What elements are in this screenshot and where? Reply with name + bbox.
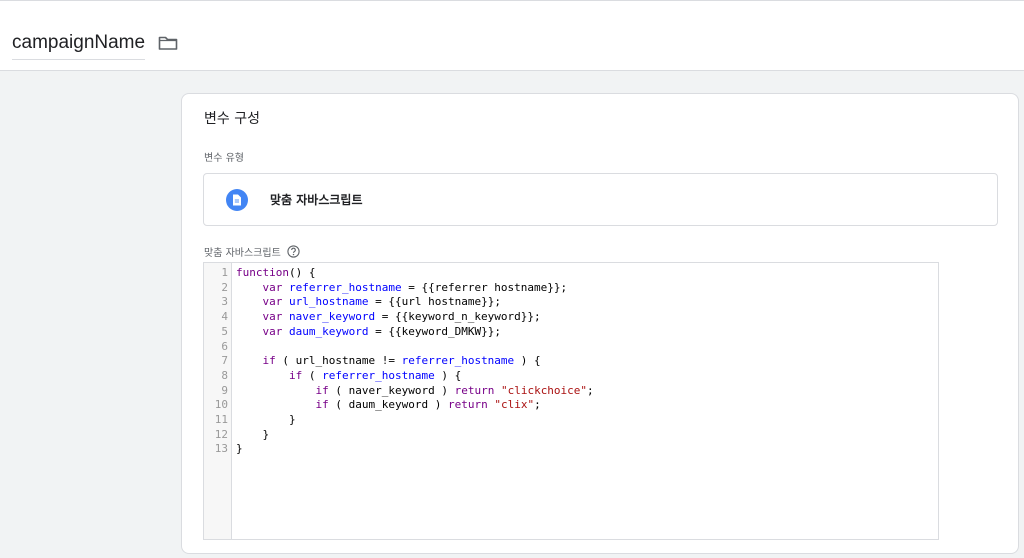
- line-number-gutter: 1 2 3 4 5 6 7 8 9 10 11 12 13: [204, 263, 232, 539]
- code-token: ( url_hostname !=: [275, 354, 402, 368]
- card-title: 변수 구성: [204, 111, 260, 127]
- document-icon: [226, 188, 248, 211]
- code-token: = {{url hostname}};: [368, 295, 501, 309]
- line-number: 8: [221, 368, 228, 382]
- variable-name-input[interactable]: campaignName: [12, 31, 146, 60]
- line-number: 7: [221, 354, 228, 368]
- code-token: if: [315, 383, 329, 397]
- code-token: referrer_hostname: [289, 280, 402, 294]
- line-number: 11: [214, 413, 228, 427]
- code-token: if: [288, 368, 303, 382]
- code-token: var: [262, 310, 283, 324]
- line-number: 4: [221, 310, 228, 324]
- code-token: daum_keyword: [289, 324, 369, 338]
- custom-js-label: 맞춤 자바스크립트: [204, 244, 300, 259]
- code-token: referrer_hostname: [322, 368, 435, 382]
- code-token: return: [454, 383, 495, 397]
- help-icon[interactable]: [287, 245, 300, 258]
- code-token: ;: [534, 398, 541, 412]
- line-number: 10: [214, 398, 228, 412]
- code-line: function() {: [236, 266, 938, 281]
- code-line: }: [236, 413, 938, 428]
- code-token: ( naver_keyword ): [328, 383, 455, 397]
- code-token: function: [236, 266, 289, 279]
- variable-configuration-card: 변수 구성 변수 유형 맞춤 자바스크립트 맞춤 자바스크립트 12345678…: [181, 93, 1019, 554]
- line-number: 13: [214, 442, 228, 456]
- code-token: return: [447, 398, 488, 412]
- code-line: if ( naver_keyword ) return "clickchoice…: [236, 384, 938, 399]
- code-token: }: [236, 412, 296, 426]
- code-line: var naver_keyword = {{keyword_n_keyword}…: [236, 310, 938, 325]
- line-number: 9: [221, 383, 228, 397]
- variable-type-name: 맞춤 자바스크립트: [270, 193, 363, 207]
- line-number: 1: [221, 266, 228, 279]
- code-token: var: [262, 295, 283, 309]
- variable-type-label: 변수 유형: [204, 153, 244, 164]
- code-token: var: [262, 324, 283, 338]
- code-area[interactable]: function() { var referrer_hostname = {{r…: [232, 263, 938, 539]
- code-token: referrer_hostname: [401, 354, 515, 368]
- code-token: "clickchoice": [500, 383, 588, 397]
- code-token: "clix": [494, 398, 535, 412]
- title-area: campaignName: [12, 31, 179, 60]
- code-token: ) {: [514, 354, 541, 368]
- code-line: var daum_keyword = {{keyword_DMKW}};: [236, 325, 938, 340]
- line-number: 3: [221, 295, 228, 309]
- code-line: }: [236, 442, 938, 457]
- line-number: 5: [221, 324, 228, 338]
- code-token: = {{referrer hostname}};: [401, 280, 568, 294]
- custom-js-label-text: 맞춤 자바스크립트: [204, 248, 281, 259]
- line-number: 6: [221, 339, 228, 353]
- code-editor[interactable]: 1 2 3 4 5 6 7 8 9 10 11 12 13 function() { var refer…: [203, 262, 939, 540]
- code-token: }: [236, 442, 243, 456]
- code-line: if ( daum_keyword ) return "clix";: [236, 398, 938, 413]
- code-token: ;: [587, 383, 594, 397]
- code-token: ) {: [434, 368, 462, 382]
- code-token: = {{keyword_n_keyword}};: [375, 310, 541, 324]
- line-number: 12: [214, 427, 228, 441]
- code-line: var referrer_hostname = {{referrer hostn…: [236, 281, 938, 296]
- code-token: (: [302, 368, 323, 382]
- code-token: naver_keyword: [289, 310, 376, 324]
- code-token: = {{keyword_DMKW}};: [368, 324, 501, 338]
- code-token: if: [262, 354, 276, 368]
- code-line: var url_hostname = {{url hostname}};: [236, 295, 938, 310]
- code-token: }: [236, 427, 270, 441]
- code-token: url_hostname: [289, 295, 369, 309]
- variable-type-selector[interactable]: 맞춤 자바스크립트: [203, 173, 998, 226]
- code-token: ( daum_keyword ): [328, 398, 448, 412]
- code-token: () {: [288, 266, 316, 279]
- code-token: if: [315, 398, 329, 412]
- code-line: }: [236, 428, 938, 443]
- code-line: if ( url_hostname != referrer_hostname )…: [236, 354, 938, 369]
- line-number: 2: [221, 280, 228, 294]
- top-bar: campaignName: [0, 0, 1024, 71]
- code-line: if ( referrer_hostname ) {: [236, 369, 938, 384]
- folder-icon[interactable]: [157, 32, 179, 54]
- code-token: var: [262, 280, 283, 294]
